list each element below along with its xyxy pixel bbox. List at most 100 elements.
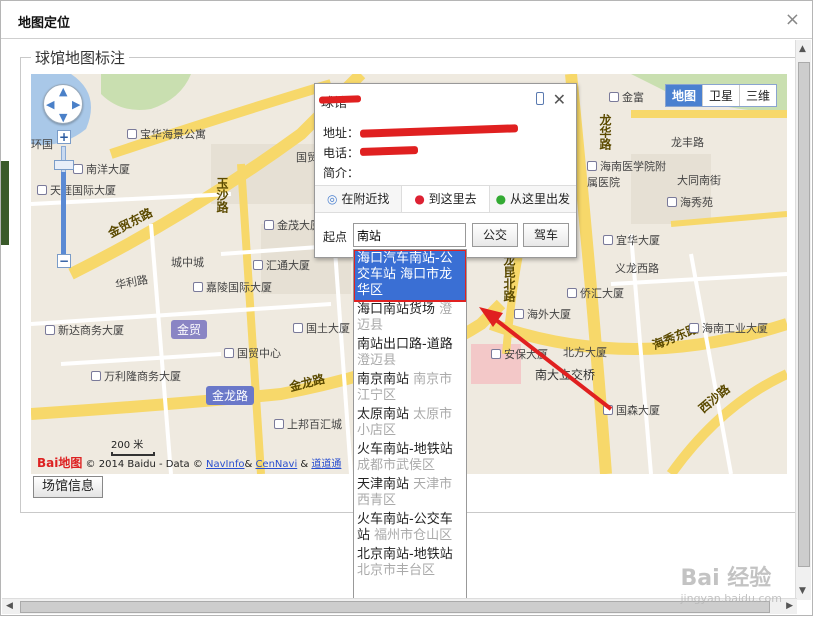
map-label: 环国: [31, 138, 53, 151]
pan-down-icon[interactable]: ▼: [59, 111, 67, 124]
phone-icon[interactable]: [536, 92, 544, 105]
info-close-icon[interactable]: ✕: [553, 90, 566, 109]
tab-label: 到这里去: [428, 192, 477, 206]
road-label: 玉沙路: [215, 177, 229, 213]
road-label: 龙华路: [598, 114, 612, 150]
pan-left-icon[interactable]: ◀: [46, 98, 54, 111]
background-strip: [1, 161, 9, 245]
map-label: 金富: [609, 89, 644, 105]
map-label: 北方大厦: [563, 346, 607, 359]
dialog-window: 地图定位 × 球馆地图标注 宝华海景公寓 南洋大厦 环国 天涯国际大厦 金贸东路…: [0, 0, 813, 616]
map-label: 国森大厦: [603, 402, 660, 418]
district-tag: 金贸: [171, 320, 208, 339]
map-scale: 200 米: [111, 436, 155, 456]
road-label: 龙昆北路: [502, 254, 516, 302]
map-label: 国贸中心: [224, 345, 281, 361]
horizontal-scrollbar[interactable]: ◀ ▶: [2, 598, 797, 614]
suggestion-item[interactable]: 南京南站 南京市江宁区: [354, 371, 466, 406]
address-label: 地址：: [323, 126, 360, 140]
pin-green-icon: ●: [495, 192, 507, 206]
pan-up-icon[interactable]: ▲: [59, 85, 67, 98]
zoom-in-icon[interactable]: +: [57, 130, 71, 144]
tab-from-here[interactable]: ● 从这里出发: [488, 186, 576, 212]
info-window: 球馆 ✕ 地址： 电话： 简介： ◎ 在附近找 ● 到这里去 ● 从这里出发 起…: [314, 83, 577, 258]
map-label: 侨汇大厦: [567, 285, 624, 301]
start-input[interactable]: [353, 223, 466, 247]
suggestion-name: 南京南站: [357, 372, 410, 387]
map-label: 城中城: [171, 256, 204, 269]
suggestion-area: 福州市仓山区: [374, 528, 453, 543]
copyright-text: © 2014 Baidu - Data ©: [85, 459, 207, 470]
close-icon[interactable]: ×: [785, 9, 800, 30]
redaction-mark: [359, 124, 519, 138]
map-label: 宜华大厦: [603, 232, 660, 248]
scroll-left-icon[interactable]: ◀: [6, 601, 13, 611]
map-label: 金茂大厦: [264, 217, 321, 233]
suggestion-name: 太原南站: [357, 407, 410, 422]
pan-control[interactable]: ▲ ▼ ◀ ▶: [43, 84, 83, 124]
search-icon: ◎: [327, 192, 338, 206]
suggestion-name: 南站出口路-道路: [357, 337, 453, 352]
map-type-normal[interactable]: 地图: [665, 85, 702, 106]
tab-go-here[interactable]: ● 到这里去: [401, 186, 489, 212]
copyright-link[interactable]: NavInfo: [206, 459, 244, 470]
pin-red-icon: ●: [414, 192, 425, 206]
suggestion-dropdown: 海口汽车南站-公交车站 海口市龙华区 海口南站货场 澄迈县 南站出口路-道路 澄迈县…: [353, 249, 467, 609]
suggestion-name: 北京南站-地铁站: [357, 547, 453, 562]
suggestion-item[interactable]: 天津南站 天津市西青区: [354, 476, 466, 511]
map-label: 宝华海景公寓: [127, 126, 206, 142]
suggestion-item[interactable]: 北京南站-地铁站 北京市丰台区: [354, 546, 466, 581]
drive-button[interactable]: 驾车: [523, 223, 570, 247]
road-yusha: [237, 163, 265, 474]
suggestion-area: 成都市武侯区: [357, 458, 436, 473]
dialog-title: 地图定位: [18, 16, 71, 31]
bus-button[interactable]: 公交: [472, 223, 519, 247]
baidu-map-logo: Bai地图: [37, 456, 83, 470]
suggestion-name: 火车南站-地铁站: [357, 442, 453, 457]
park-area: [101, 74, 191, 110]
map-label: 龙丰路: [671, 136, 704, 149]
map-label: 汇通大厦: [253, 257, 310, 273]
phone-label: 电话：: [323, 146, 360, 160]
zoom-out-icon[interactable]: −: [57, 254, 71, 268]
tab-nearby[interactable]: ◎ 在附近找: [315, 186, 401, 212]
suggestion-item[interactable]: 太原南站 太原市小店区: [354, 406, 466, 441]
map-label: 天涯国际大厦: [37, 182, 116, 198]
start-label: 起点: [323, 230, 348, 244]
zoom-slider-handle[interactable]: [54, 160, 74, 170]
suggestion-name: 海口南站货场: [357, 302, 436, 317]
scroll-thumb[interactable]: [20, 601, 770, 613]
scroll-thumb[interactable]: [798, 62, 810, 567]
map-label: 上邦百汇城: [274, 416, 342, 432]
copyright-link[interactable]: CenNavi: [255, 459, 297, 470]
road-tag: 金龙路: [206, 386, 255, 405]
venue-info-button[interactable]: 场馆信息: [33, 476, 104, 498]
map-label: 安保大厦: [491, 346, 548, 362]
vertical-scrollbar[interactable]: ▲ ▼: [795, 40, 811, 600]
copyright-link[interactable]: 道道通: [311, 459, 341, 470]
scroll-down-icon[interactable]: ▼: [799, 586, 806, 596]
intro-label: 简介：: [323, 166, 360, 180]
map-type-switch[interactable]: 地图 卫星 三维: [664, 84, 777, 107]
zoom-control[interactable]: + −: [54, 130, 74, 270]
tab-label: 在附近找: [341, 192, 390, 206]
fieldset-legend: 球馆地图标注: [31, 47, 130, 68]
map-type-3d[interactable]: 三维: [738, 85, 776, 106]
suggestion-name: 天津南站: [357, 477, 410, 492]
pan-right-icon[interactable]: ▶: [72, 98, 80, 111]
suggestion-item[interactable]: 海口南站货场 澄迈县: [354, 301, 466, 336]
scale-label: 200 米: [111, 440, 144, 451]
suggestion-area: 澄迈县: [357, 353, 397, 368]
map-label: 南大立交桥: [535, 368, 596, 382]
map-type-satellite[interactable]: 卫星: [701, 85, 739, 106]
map-label: 海南医学院附属医院: [587, 160, 666, 189]
tab-label: 从这里出发: [509, 192, 570, 206]
suggestion-item[interactable]: 南站出口路-道路 澄迈县: [354, 336, 466, 371]
suggestion-item[interactable]: 海口汽车南站-公交车站 海口市龙华区: [354, 250, 466, 302]
map-label: 海秀苑: [667, 194, 713, 210]
scroll-up-icon[interactable]: ▲: [799, 44, 806, 54]
scroll-right-icon[interactable]: ▶: [786, 601, 793, 611]
suggestion-item[interactable]: 火车南站-地铁站 成都市武侯区: [354, 441, 466, 476]
suggestion-item[interactable]: 火车南站-公交车站 福州市仓山区: [354, 511, 466, 546]
suggestion-area: 北京市丰台区: [357, 563, 436, 578]
